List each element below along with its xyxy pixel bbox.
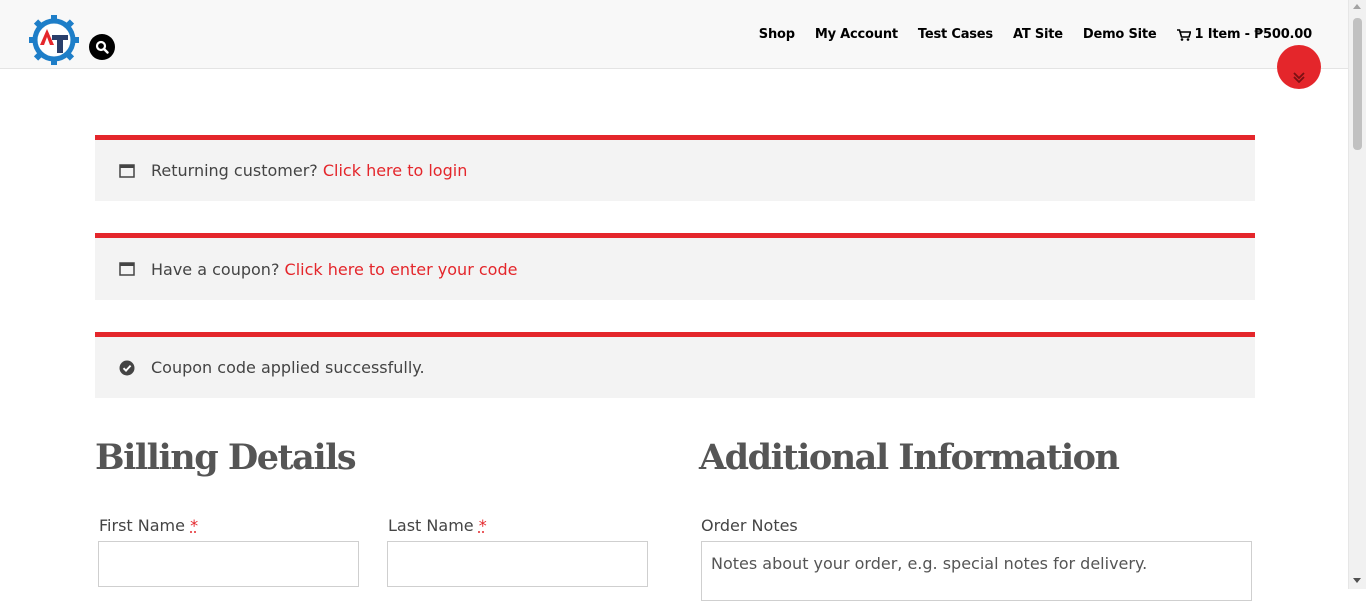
nav-item-test-cases[interactable]: Test Cases <box>918 27 993 42</box>
nav-item-my-account[interactable]: My Account <box>815 27 898 42</box>
search-button[interactable] <box>89 34 115 60</box>
order-notes-label: Order Notes <box>701 516 798 535</box>
required-mark: * <box>479 516 487 535</box>
success-notice: Coupon code applied successfully. <box>95 332 1255 398</box>
search-icon <box>95 40 109 54</box>
order-notes-field[interactable] <box>701 541 1252 601</box>
success-notice-text: Coupon code applied successfully. <box>151 358 425 377</box>
required-mark: * <box>190 516 198 535</box>
scroll-up-arrow-icon[interactable] <box>1353 4 1361 9</box>
login-notice: Returning customer? Click here to login <box>95 135 1255 201</box>
cart-summary: 1 Item - ₱500.00 <box>1195 27 1312 42</box>
nav-item-demo-site[interactable]: Demo Site <box>1083 27 1157 42</box>
chevron-down-icon <box>1291 71 1307 83</box>
coupon-notice: Have a coupon? Click here to enter your … <box>95 233 1255 300</box>
scroll-down-button[interactable] <box>1277 45 1321 89</box>
cart-icon <box>1177 29 1191 41</box>
scrollbar-thumb[interactable] <box>1353 18 1362 150</box>
nav-item-at-site[interactable]: AT Site <box>1013 27 1063 42</box>
first-name-field[interactable] <box>98 541 359 587</box>
first-name-label: First Name * <box>99 516 198 535</box>
login-link[interactable]: Click here to login <box>323 161 467 180</box>
window-icon <box>119 261 135 277</box>
scroll-down-arrow-icon[interactable] <box>1353 578 1361 583</box>
window-icon <box>119 163 135 179</box>
site-logo[interactable] <box>28 14 80 66</box>
last-name-field[interactable] <box>387 541 648 587</box>
billing-details-heading: Billing Details <box>95 437 355 478</box>
page-scrollbar[interactable] <box>1348 0 1366 589</box>
last-name-label: Last Name * <box>388 516 487 535</box>
nav-cart[interactable]: 1 Item - ₱500.00 <box>1177 27 1312 42</box>
check-circle-icon <box>119 360 135 376</box>
enter-coupon-link[interactable]: Click here to enter your code <box>285 260 518 279</box>
site-header: Shop My Account Test Cases AT Site Demo … <box>0 0 1349 69</box>
coupon-notice-text: Have a coupon? <box>151 260 279 279</box>
nav-item-shop[interactable]: Shop <box>759 27 795 42</box>
main-nav: Shop My Account Test Cases AT Site Demo … <box>759 27 1312 42</box>
additional-info-heading: Additional Information <box>699 437 1118 478</box>
login-notice-text: Returning customer? <box>151 161 318 180</box>
